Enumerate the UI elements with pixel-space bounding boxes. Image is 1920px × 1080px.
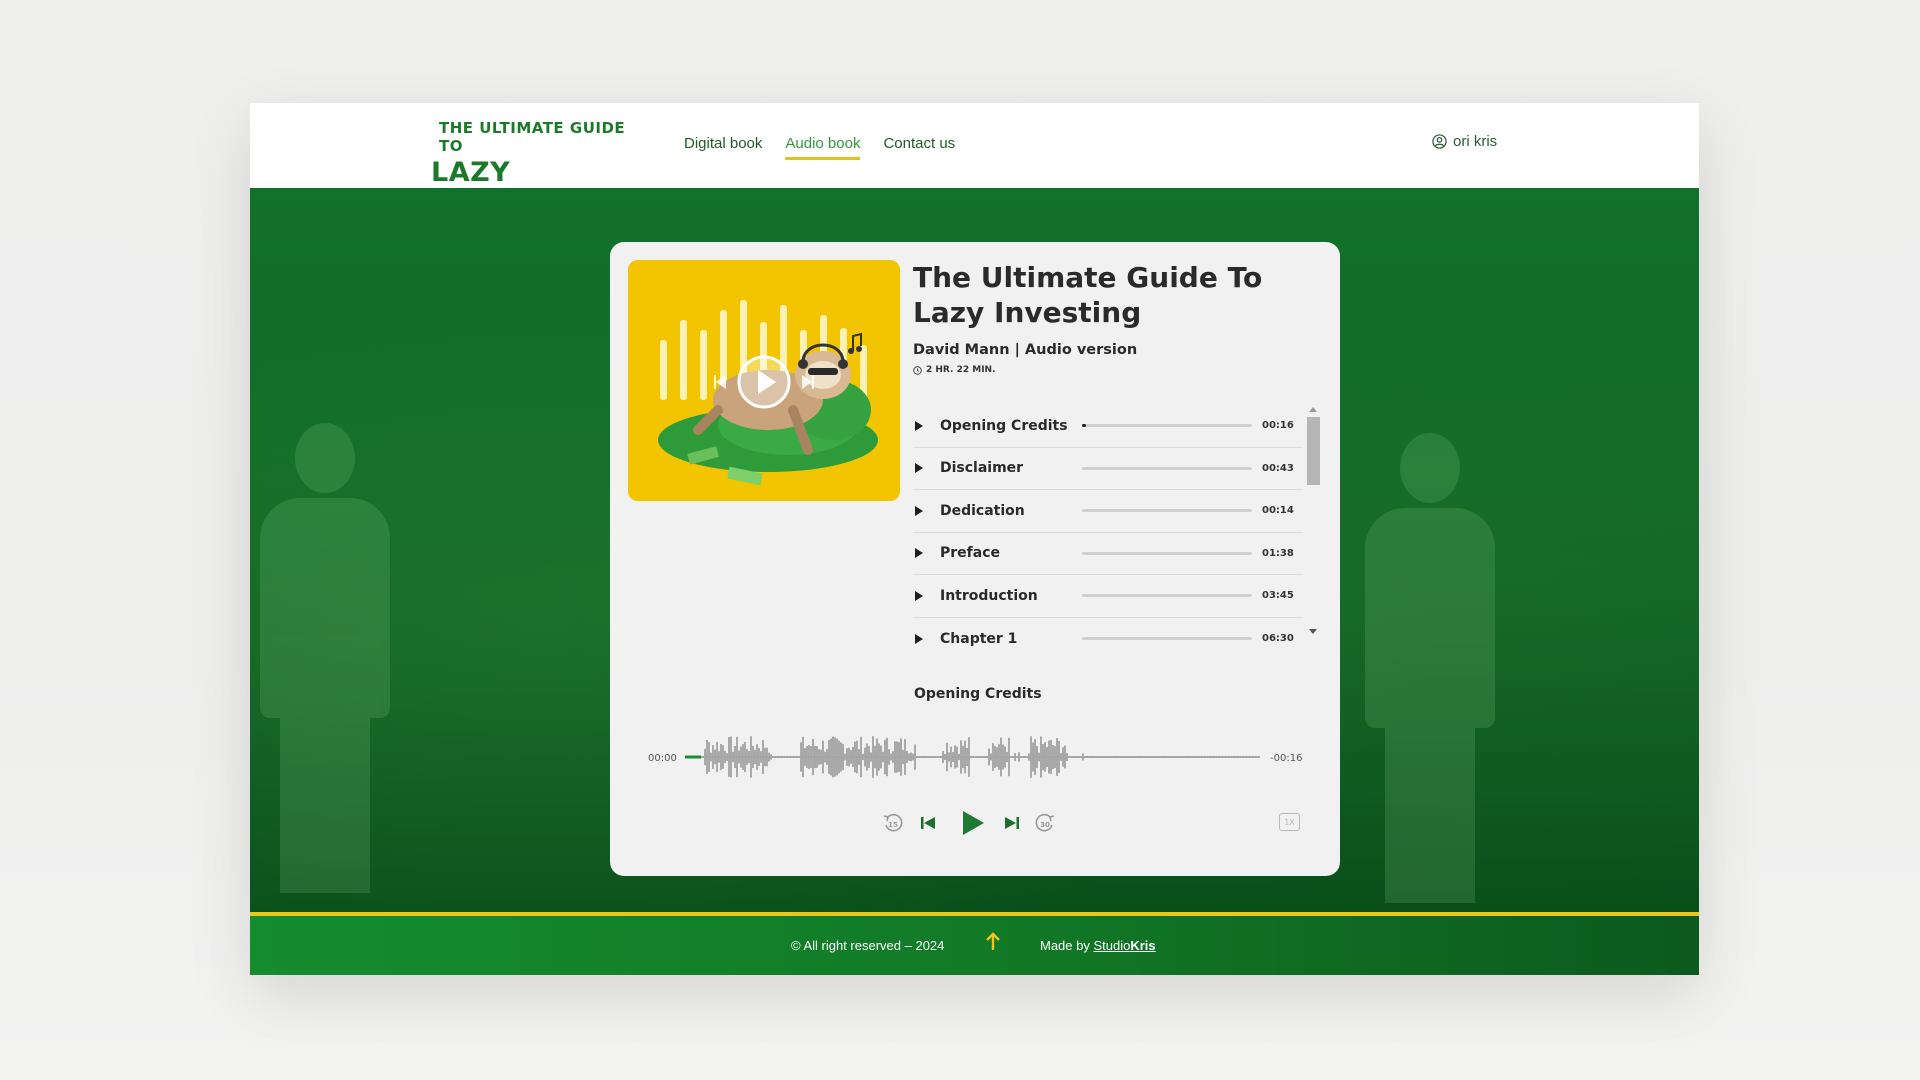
- scroll-thumb[interactable]: [1307, 417, 1320, 485]
- track-duration: 00:43: [1262, 462, 1294, 474]
- scroll-to-top-button[interactable]: [985, 932, 1001, 956]
- track-play-icon[interactable]: [915, 420, 923, 431]
- hero-section: The Ultimate Guide To Lazy Investing Dav…: [250, 188, 1699, 912]
- track-name: Preface: [940, 545, 1000, 562]
- track-row[interactable]: Dedication 00:14: [913, 490, 1303, 533]
- track-list-scrollbar[interactable]: [1306, 407, 1320, 637]
- nav-digital-book[interactable]: Digital book: [684, 135, 762, 160]
- track-play-icon[interactable]: [915, 548, 923, 559]
- forward-30-button[interactable]: 30: [1034, 812, 1056, 834]
- logo-top-text: THE ULTIMATE GUIDE TO: [439, 119, 626, 155]
- duration-text: 2 HR. 22 MIN.: [926, 365, 996, 375]
- track-name: Disclaimer: [940, 460, 1024, 477]
- track-row[interactable]: Disclaimer 00:43: [913, 448, 1303, 490]
- track-play-icon[interactable]: [915, 463, 923, 474]
- studio-name-bold: Kris: [1130, 938, 1156, 953]
- nav-audio-book[interactable]: Audio book: [785, 135, 861, 160]
- book-subtitle: David Mann | Audio version: [913, 342, 1138, 358]
- rewind-15-icon: 15: [883, 813, 903, 832]
- forward-30-icon: 30: [1035, 813, 1055, 832]
- track-play-icon[interactable]: [915, 633, 923, 644]
- playback-speed-button[interactable]: 1X: [1279, 813, 1300, 831]
- track-duration: 01:38: [1262, 547, 1294, 559]
- track-name: Dedication: [940, 502, 1025, 519]
- track-name: Introduction: [940, 587, 1038, 604]
- track-progress-bar[interactable]: [1082, 594, 1252, 598]
- track-duration: 06:30: [1262, 633, 1294, 645]
- forward-label: 30: [1040, 821, 1050, 829]
- scroll-up-icon[interactable]: [1309, 407, 1317, 412]
- play-button[interactable]: [958, 808, 988, 838]
- book-title: The Ultimate Guide To Lazy Investing: [913, 261, 1263, 329]
- track-row[interactable]: Opening Credits 00:16: [913, 405, 1303, 448]
- background-figure-left: [250, 423, 400, 893]
- track-duration: 00:16: [1262, 420, 1294, 432]
- play-icon: [963, 811, 984, 835]
- now-playing-title: Opening Credits: [914, 686, 1042, 702]
- track-row[interactable]: Introduction 03:45: [913, 575, 1303, 618]
- arrow-up-icon: [986, 932, 1000, 950]
- elapsed-time: 00:00: [648, 753, 677, 764]
- site-header: THE ULTIMATE GUIDE TO LAZY INVESTING Dig…: [250, 103, 1699, 219]
- track-progress-bar[interactable]: [1082, 466, 1252, 470]
- track-name: Opening Credits: [940, 417, 1068, 434]
- track-play-icon[interactable]: [915, 590, 923, 601]
- user-circle-icon: [1432, 134, 1447, 149]
- audio-player-card: The Ultimate Guide To Lazy Investing Dav…: [610, 242, 1340, 876]
- sloth-illustration: [628, 260, 900, 501]
- skip-previous-icon: [921, 817, 935, 829]
- made-by-prefix: Made by: [1040, 938, 1094, 953]
- skip-next-icon: [1005, 817, 1019, 829]
- track-play-icon[interactable]: [915, 505, 923, 516]
- main-nav: Digital book Audio book Contact us: [684, 135, 978, 160]
- site-frame: THE ULTIMATE GUIDE TO LAZY INVESTING Dig…: [250, 103, 1699, 975]
- site-footer: © All right reserved – 2024 Made by Stud…: [250, 912, 1699, 975]
- track-duration: 03:45: [1262, 590, 1294, 602]
- studio-name-light: Studio: [1093, 938, 1131, 953]
- track-row[interactable]: Preface 01:38: [913, 533, 1303, 575]
- track-progress-fill: [1082, 424, 1086, 428]
- book-duration: 2 HR. 22 MIN.: [913, 365, 996, 375]
- user-name: ori kris: [1453, 133, 1498, 150]
- track-row[interactable]: Chapter 1 06:30: [913, 618, 1303, 661]
- track-progress-bar[interactable]: [1082, 551, 1252, 555]
- track-progress-bar[interactable]: [1082, 424, 1252, 428]
- book-cover[interactable]: [628, 260, 900, 501]
- nav-contact-us[interactable]: Contact us: [883, 135, 955, 160]
- track-progress-bar[interactable]: [1082, 509, 1252, 513]
- rewind-label: 15: [888, 821, 898, 829]
- clock-icon: [913, 365, 922, 375]
- studio-link[interactable]: StudioKris: [1093, 938, 1155, 953]
- track-duration: 00:14: [1262, 505, 1294, 517]
- track-progress-bar[interactable]: [1082, 637, 1252, 641]
- remaining-time: -00:16: [1270, 753, 1303, 764]
- track-list: Opening Credits 00:16 Disclaimer 00:43 Dedic…: [913, 405, 1303, 660]
- track-name: Chapter 1: [940, 630, 1018, 647]
- made-by-credit: Made by StudioKris: [1040, 938, 1156, 953]
- rewind-15-button[interactable]: 15: [882, 812, 904, 834]
- scroll-down-icon[interactable]: [1309, 629, 1317, 634]
- previous-track-button[interactable]: [918, 813, 938, 833]
- user-menu[interactable]: ori kris: [1432, 133, 1497, 150]
- background-figure-right: [1355, 433, 1505, 903]
- next-track-button[interactable]: [1002, 813, 1022, 833]
- copyright-text: © All right reserved – 2024: [791, 938, 945, 953]
- waveform-scrubber[interactable]: [685, 732, 1261, 782]
